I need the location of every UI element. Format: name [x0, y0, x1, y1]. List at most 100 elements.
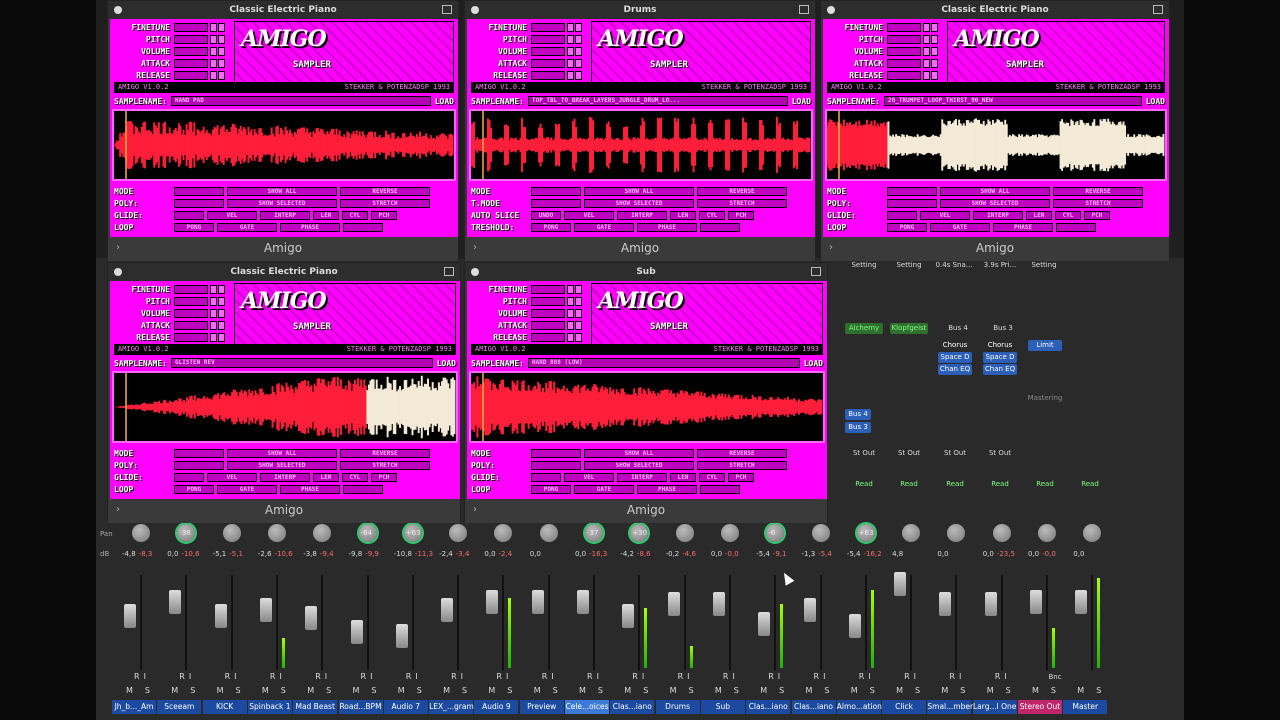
track-name[interactable]: Master	[1063, 700, 1108, 714]
volume-fader[interactable]	[531, 590, 544, 614]
bus-send-3[interactable]: Bus 3	[845, 422, 871, 433]
plugin-titlebar[interactable]: Classic Electric Piano	[821, 1, 1169, 19]
pan-knob[interactable]	[539, 524, 558, 542]
volume-fader[interactable]	[350, 620, 363, 644]
show-selected-button[interactable]: SHOW SELECTED	[227, 460, 337, 470]
param-arrow-icon[interactable]	[567, 332, 574, 342]
param-value-box[interactable]	[887, 34, 921, 44]
pan-knob[interactable]	[132, 524, 150, 542]
record-input-buttons[interactable]: RI	[225, 672, 237, 681]
gate-button[interactable]: GATE	[930, 222, 990, 232]
send-slot-top[interactable]: 3.9s Pri...	[980, 261, 1020, 269]
mute-solo-buttons[interactable]: MS	[353, 686, 377, 695]
volume-fader[interactable]	[622, 604, 635, 628]
automation-read[interactable]: Read	[937, 480, 973, 488]
pong-button[interactable]: PONG	[531, 222, 571, 232]
waveform-area[interactable]	[469, 109, 813, 181]
automation-read[interactable]: Read	[1072, 480, 1108, 488]
mute-button[interactable]: M	[941, 686, 948, 695]
vel-button[interactable]: VEL	[564, 472, 614, 482]
param-arrow-icon[interactable]	[567, 320, 574, 330]
stretch-button[interactable]: STRETCH	[697, 198, 787, 208]
waveform-area[interactable]	[112, 371, 458, 443]
bounce-label[interactable]: Bnc	[1044, 673, 1066, 681]
record-input-buttons[interactable]: RI	[723, 672, 735, 681]
link-window-icon[interactable]	[811, 267, 821, 276]
cyl-button[interactable]: CYL	[699, 472, 725, 482]
start-field[interactable]	[343, 222, 383, 232]
param-arrow-icon[interactable]	[575, 284, 582, 294]
mute-button[interactable]: M	[307, 686, 314, 695]
param-arrow-icon[interactable]	[218, 332, 225, 342]
samplename-field[interactable]: HAND PAD	[170, 96, 431, 106]
volume-fader[interactable]	[124, 604, 136, 628]
param-arrow-icon[interactable]	[931, 70, 938, 80]
phase-button[interactable]: PHASE	[637, 222, 697, 232]
param-arrow-icon[interactable]	[567, 46, 574, 56]
reverse-button[interactable]: REVERSE	[1053, 186, 1143, 196]
pan-knob[interactable]	[267, 524, 286, 542]
pch-button[interactable]: PCH	[1084, 210, 1110, 220]
input-monitor-button[interactable]: I	[914, 672, 916, 681]
bus-send-4[interactable]: Bus 4	[845, 409, 871, 420]
param-arrow-icon[interactable]	[210, 70, 217, 80]
mute-button[interactable]: M	[398, 686, 405, 695]
track-name[interactable]: Cele...oices	[565, 700, 609, 714]
output-st-out[interactable]: St Out	[846, 449, 882, 457]
mute-button[interactable]: M	[715, 686, 722, 695]
param-arrow-icon[interactable]	[567, 22, 574, 32]
mute-button[interactable]: M	[534, 686, 541, 695]
record-button[interactable]: R	[723, 672, 729, 681]
mute-button[interactable]: M	[624, 686, 631, 695]
param-value-box[interactable]	[174, 70, 208, 80]
waveform-area[interactable]	[469, 371, 825, 443]
param-arrow-icon[interactable]	[218, 58, 225, 68]
mute-button[interactable]: M	[806, 686, 813, 695]
mute-button[interactable]: M	[987, 686, 994, 695]
record-button[interactable]: R	[315, 672, 321, 681]
param-value-box[interactable]	[887, 58, 921, 68]
pan-knob[interactable]	[675, 524, 694, 542]
param-value-box[interactable]	[174, 58, 208, 68]
mute-button[interactable]: M	[488, 686, 495, 695]
solo-button[interactable]: S	[417, 686, 422, 695]
param-arrow-icon[interactable]	[218, 22, 225, 32]
samplename-field[interactable]: HARD 808 (LOW)	[527, 358, 800, 368]
plugin-window[interactable]: Classic Electric Piano FINETUNE PITCH VOLUM…	[107, 0, 459, 261]
pong-button[interactable]: PONG	[887, 222, 927, 232]
show-selected-button[interactable]: SHOW SELECTED	[584, 198, 694, 208]
param-arrow-icon[interactable]	[923, 58, 930, 68]
pan-knob[interactable]	[222, 524, 241, 542]
poly-value[interactable]	[174, 198, 224, 208]
input-monitor-button[interactable]: I	[144, 672, 146, 681]
param-value-box[interactable]	[531, 70, 565, 80]
param-arrow-icon[interactable]	[575, 308, 582, 318]
waveform-area[interactable]	[825, 109, 1167, 181]
interp-button[interactable]: INTERP	[260, 472, 310, 482]
interp-button[interactable]: INTERP	[973, 210, 1023, 220]
record-button[interactable]: R	[678, 672, 684, 681]
close-window-icon[interactable]	[114, 268, 122, 276]
param-arrow-icon[interactable]	[575, 320, 582, 330]
track-name[interactable]: Sceeam	[157, 700, 202, 714]
show-selected-button[interactable]: SHOW SELECTED	[584, 460, 694, 470]
param-value-box[interactable]	[887, 70, 921, 80]
param-arrow-icon[interactable]	[210, 296, 217, 306]
automation-read[interactable]: Read	[982, 480, 1018, 488]
solo-button[interactable]: S	[281, 686, 286, 695]
param-value-box[interactable]	[531, 34, 565, 44]
start-field[interactable]	[343, 484, 383, 494]
gate-button[interactable]: GATE	[574, 484, 634, 494]
phase-button[interactable]: PHASE	[280, 484, 340, 494]
param-value-box[interactable]	[887, 22, 921, 32]
record-input-buttons[interactable]: RI	[678, 672, 690, 681]
solo-button[interactable]: S	[1096, 686, 1101, 695]
reverse-button[interactable]: REVERSE	[340, 448, 430, 458]
param-value-box[interactable]	[531, 332, 565, 342]
automation-read[interactable]: Read	[1027, 480, 1063, 488]
volume-fader[interactable]	[803, 598, 816, 622]
track-name[interactable]: Clas...iano	[791, 700, 836, 714]
show-all-button[interactable]: SHOW ALL	[584, 186, 694, 196]
mute-button[interactable]: M	[579, 686, 586, 695]
pan-knob[interactable]	[992, 524, 1011, 542]
